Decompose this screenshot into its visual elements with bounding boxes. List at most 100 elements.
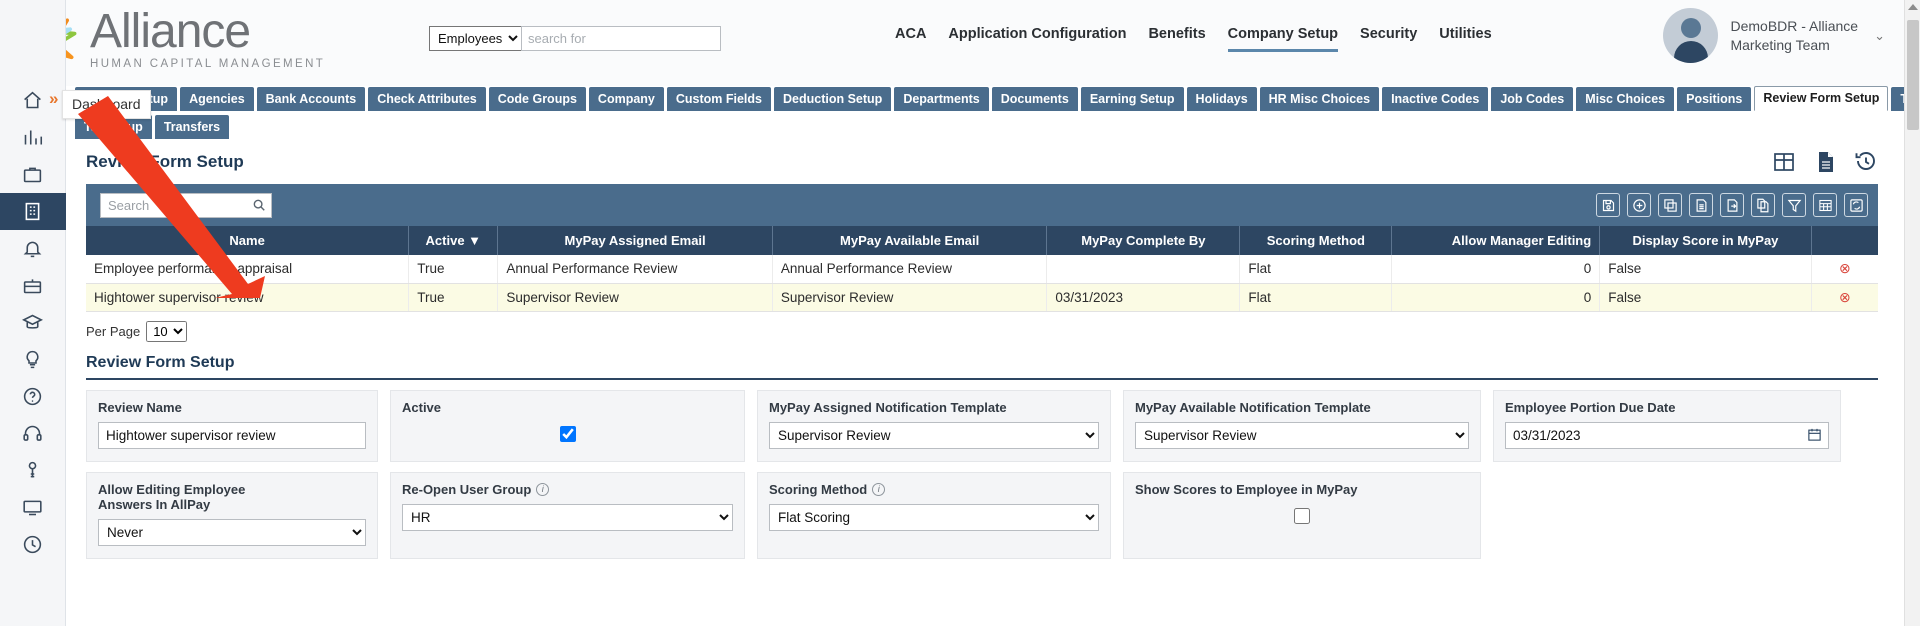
tab-transfers[interactable]: Transfers bbox=[154, 115, 230, 139]
tab-company[interactable]: Company bbox=[588, 87, 664, 111]
refresh-icon[interactable] bbox=[1844, 193, 1868, 217]
field-show-scores-to-employee: Show Scores to Employee in MyPay bbox=[1123, 471, 1481, 559]
scoring-method-select[interactable]: Flat Scoring bbox=[769, 503, 1099, 531]
field-employee-portion-due-date: Employee Portion Due Date bbox=[1493, 389, 1841, 462]
col-scoring-method[interactable]: Scoring Method bbox=[1239, 226, 1393, 255]
document-icon[interactable] bbox=[1813, 150, 1837, 174]
nav-application-configuration[interactable]: Application Configuration bbox=[948, 26, 1126, 49]
module-tabs-row-2: Tax Setup Transfers bbox=[66, 114, 1920, 139]
sidebar-item-notifications[interactable] bbox=[0, 230, 66, 267]
sidebar-item-support[interactable] bbox=[0, 415, 66, 452]
allow-editing-select[interactable]: Never bbox=[98, 518, 366, 546]
tab-positions[interactable]: Positions bbox=[1677, 87, 1752, 111]
avatar bbox=[1663, 8, 1719, 63]
scroll-up-arrow-icon[interactable] bbox=[1908, 4, 1918, 10]
tab-documents[interactable]: Documents bbox=[991, 87, 1078, 111]
page-header-icons bbox=[1772, 150, 1878, 174]
scrollbar-thumb[interactable] bbox=[1907, 20, 1919, 130]
tab-departments[interactable]: Departments bbox=[894, 87, 989, 111]
show-scores-checkbox[interactable] bbox=[1294, 507, 1310, 524]
tab-deduction-setup[interactable]: Deduction Setup bbox=[774, 87, 892, 111]
nav-utilities[interactable]: Utilities bbox=[1439, 26, 1491, 49]
field-review-name: Review Name bbox=[86, 389, 378, 462]
expand-sidebar-icon[interactable]: » bbox=[49, 90, 58, 107]
detail-form-title: Review Form Setup bbox=[86, 354, 1878, 380]
grid-search-input[interactable] bbox=[100, 192, 272, 218]
col-active[interactable]: Active ▼ bbox=[408, 226, 499, 255]
table-row[interactable]: Hightower supervisor review True Supervi… bbox=[86, 283, 1878, 312]
col-mypay-available-email[interactable]: MyPay Available Email bbox=[772, 226, 1048, 255]
calendar-icon[interactable] bbox=[1807, 427, 1822, 447]
active-checkbox[interactable] bbox=[559, 425, 576, 442]
sidebar-item-company[interactable] bbox=[0, 193, 66, 230]
sidebar-item-access[interactable] bbox=[0, 452, 66, 489]
vertical-scrollbar[interactable] bbox=[1904, 0, 1920, 626]
sidebar-item-workstation[interactable] bbox=[0, 489, 66, 526]
field-allow-editing-employee-answers: Allow Editing Employee Answers In AllPay… bbox=[86, 471, 378, 559]
add-icon[interactable] bbox=[1627, 193, 1651, 217]
sidebar-item-help[interactable] bbox=[0, 378, 66, 415]
copy-layers-icon[interactable] bbox=[1658, 193, 1682, 217]
tab-holidays[interactable]: Holidays bbox=[1186, 87, 1257, 111]
table-row[interactable]: Employee performance appraisal True Annu… bbox=[86, 255, 1878, 284]
nav-company-setup[interactable]: Company Setup bbox=[1227, 26, 1339, 52]
cell-assigned-email: Annual Performance Review bbox=[497, 255, 773, 284]
sidebar-item-analytics[interactable] bbox=[0, 119, 66, 156]
table-grid-icon[interactable] bbox=[1813, 193, 1837, 217]
grid-view-icon[interactable] bbox=[1772, 150, 1796, 174]
cell-active: True bbox=[408, 283, 499, 312]
save-icon[interactable] bbox=[1596, 193, 1620, 217]
delete-row-icon[interactable]: ⊗ bbox=[1839, 260, 1851, 276]
tab-bank-accounts[interactable]: Bank Accounts bbox=[256, 87, 366, 111]
tab-job-codes[interactable]: Job Codes bbox=[1491, 87, 1574, 111]
review-name-input[interactable] bbox=[98, 421, 366, 449]
search-icon[interactable] bbox=[252, 198, 266, 217]
reopen-user-group-select[interactable]: HR bbox=[402, 503, 733, 531]
col-mypay-complete-by[interactable]: MyPay Complete By bbox=[1046, 226, 1241, 255]
col-mypay-assigned-email[interactable]: MyPay Assigned Email bbox=[497, 226, 773, 255]
nav-aca[interactable]: ACA bbox=[895, 26, 926, 49]
sidebar-item-time[interactable] bbox=[0, 526, 66, 563]
tab-earning-setup[interactable]: Earning Setup bbox=[1080, 87, 1184, 111]
history-icon[interactable] bbox=[1854, 150, 1878, 174]
tab-misc-choices[interactable]: Misc Choices bbox=[1576, 87, 1675, 111]
tab-review-form-setup[interactable]: Review Form Setup bbox=[1754, 86, 1889, 111]
document-icon[interactable] bbox=[1689, 193, 1713, 217]
search-scope-select[interactable]: Employees bbox=[429, 26, 521, 51]
employee-portion-due-date-input[interactable] bbox=[1505, 421, 1829, 449]
info-icon[interactable]: i bbox=[536, 482, 550, 496]
label-active: Active bbox=[402, 399, 442, 415]
search-input[interactable] bbox=[521, 26, 721, 51]
tab-agencies[interactable]: Agencies bbox=[180, 87, 254, 111]
field-mypay-assigned-template: MyPay Assigned Notification Template Sup… bbox=[757, 389, 1111, 462]
col-display-score-in-mypay[interactable]: Display Score in MyPay bbox=[1599, 226, 1812, 255]
cell-allow-manager-editing: 0 bbox=[1391, 255, 1601, 284]
dashboard-tooltip: Dashboard bbox=[62, 90, 151, 119]
sidebar-item-ideas[interactable] bbox=[0, 341, 66, 378]
col-allow-manager-editing[interactable]: Allow Manager Editing bbox=[1391, 226, 1601, 255]
chevron-down-icon[interactable]: ⌄ bbox=[1874, 28, 1885, 44]
sidebar-item-briefcase[interactable] bbox=[0, 156, 66, 193]
duplicate-icon[interactable] bbox=[1751, 193, 1775, 217]
sidebar-item-benefits[interactable] bbox=[0, 267, 66, 304]
tab-code-groups[interactable]: Code Groups bbox=[488, 87, 586, 111]
col-name[interactable]: Name bbox=[86, 226, 410, 255]
nav-security[interactable]: Security bbox=[1360, 26, 1417, 49]
tab-inactive-codes[interactable]: Inactive Codes bbox=[1382, 87, 1489, 111]
per-page-select[interactable]: 10 bbox=[146, 320, 188, 342]
tab-check-attributes[interactable]: Check Attributes bbox=[368, 87, 486, 111]
info-icon[interactable]: i bbox=[872, 482, 886, 496]
mypay-available-template-select[interactable]: Supervisor Review bbox=[1135, 421, 1469, 449]
delete-row-icon[interactable]: ⊗ bbox=[1839, 289, 1851, 305]
detail-form-row-1: Review Name Active MyPay Assigned Notifi… bbox=[86, 389, 1878, 462]
tab-custom-fields[interactable]: Custom Fields bbox=[666, 87, 771, 111]
user-menu[interactable]: DemoBDR - Alliance Marketing Team ⌄ bbox=[1663, 8, 1885, 63]
sidebar-item-learning[interactable] bbox=[0, 304, 66, 341]
mypay-assigned-template-select[interactable]: Supervisor Review bbox=[769, 421, 1099, 449]
export-icon[interactable] bbox=[1720, 193, 1744, 217]
tab-hr-misc-choices[interactable]: HR Misc Choices bbox=[1259, 87, 1380, 111]
nav-benefits[interactable]: Benefits bbox=[1148, 26, 1205, 49]
filter-icon[interactable] bbox=[1782, 193, 1806, 217]
review-forms-table: Name Active ▼ MyPay Assigned Email MyPay… bbox=[86, 226, 1878, 312]
field-scoring-method: Scoring Method i Flat Scoring bbox=[757, 471, 1111, 559]
